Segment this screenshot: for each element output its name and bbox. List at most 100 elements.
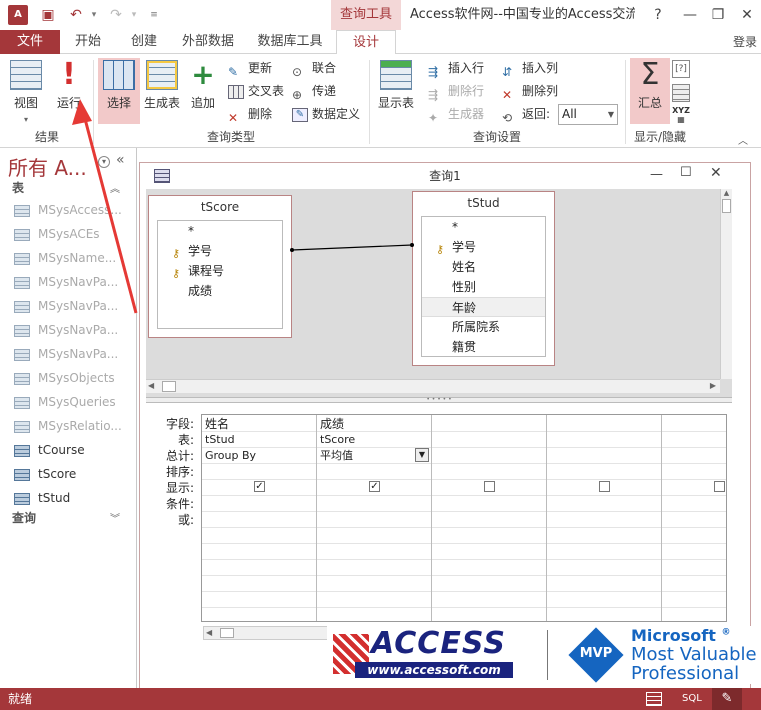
nav-section-queries[interactable]: 查询 xyxy=(12,508,36,528)
grid-row-label: 或: xyxy=(177,513,194,527)
redo-dropdown-icon[interactable]: ▾ xyxy=(124,5,144,25)
undo-icon[interactable]: ↶ xyxy=(66,5,86,25)
help-icon[interactable]: ? xyxy=(644,0,672,30)
passthrough-button[interactable]: ⊕ 传递 xyxy=(292,81,336,102)
redo-icon[interactable]: ↷ xyxy=(106,5,126,25)
grid-cell-table[interactable]: tStud xyxy=(202,432,316,448)
grid-column[interactable]: 成绩 tScore 平均值 ▼ ✓ xyxy=(317,415,432,621)
collapse-ribbon-icon[interactable]: ︿ xyxy=(738,132,748,147)
query-minimize-icon[interactable]: — xyxy=(650,167,663,182)
delete-query-button[interactable]: ✕ 删除 xyxy=(228,104,272,125)
design-view-status-icon[interactable]: ✎ xyxy=(712,688,742,710)
query-close-icon[interactable]: ✕ xyxy=(710,165,722,181)
show-table-button[interactable]: 显示表 xyxy=(374,58,418,124)
grid-column[interactable] xyxy=(432,415,547,621)
nav-item-label: MSysQueries xyxy=(38,395,116,409)
property-sheet-icon[interactable] xyxy=(672,84,690,102)
union-button[interactable]: ⊙ 联合 xyxy=(292,58,336,79)
grid-cell-table[interactable] xyxy=(547,432,661,448)
grid-cell-field[interactable] xyxy=(662,416,726,432)
nav-item-table[interactable]: MSysRelatio... xyxy=(14,414,122,438)
nav-item-table[interactable]: tCourse xyxy=(14,438,85,462)
nav-item-label: tStud xyxy=(38,491,71,505)
customize-qat-icon[interactable]: ≡ xyxy=(144,5,164,25)
nav-section-tables[interactable]: 表 xyxy=(12,178,24,198)
builder-button[interactable]: ✦ 生成器 xyxy=(428,104,484,125)
expand-section-icon[interactable]: ︾ xyxy=(110,510,120,525)
append-button[interactable]: + 追加 xyxy=(186,58,220,124)
tab-file[interactable]: 文件 xyxy=(0,30,60,54)
sigma-icon: Σ xyxy=(640,57,660,92)
delete-rows-button[interactable]: ⇶ 删除行 xyxy=(428,81,484,102)
grid-cell-total[interactable] xyxy=(547,448,661,464)
sql-view-button[interactable]: SQL xyxy=(682,688,702,710)
crosstab-button[interactable]: 交叉表 xyxy=(228,81,284,101)
grid-cell-total[interactable]: 平均值 xyxy=(317,448,431,464)
grid-cell-table[interactable] xyxy=(662,432,726,448)
total-dropdown-icon[interactable]: ▼ xyxy=(415,448,429,462)
select-query-icon xyxy=(103,60,135,90)
grid-cell-total[interactable]: Group By xyxy=(202,448,316,464)
grid-column[interactable] xyxy=(547,415,662,621)
pane-splitter[interactable]: • • • • • xyxy=(146,397,732,403)
grid-cell-total[interactable] xyxy=(432,448,546,464)
grid-cell-table[interactable] xyxy=(432,432,546,448)
view-button[interactable]: 视图 ▾ xyxy=(6,58,46,124)
nav-item-label: MSysNavPa... xyxy=(38,323,119,337)
nav-item-label: tCourse xyxy=(38,443,85,457)
query-maximize-icon[interactable]: ☐ xyxy=(680,165,692,180)
restore-icon[interactable]: ❐ xyxy=(704,0,732,30)
nav-item-label: tScore xyxy=(38,467,77,481)
grid-cell-table[interactable]: tScore xyxy=(317,432,431,448)
vertical-scrollbar[interactable]: ▲ xyxy=(720,189,732,379)
show-checkbox[interactable] xyxy=(714,481,725,492)
parameters-icon[interactable]: [?] xyxy=(672,60,690,78)
grid-row-label: 字段: xyxy=(165,417,194,431)
nav-item-table[interactable]: tScore xyxy=(14,462,76,486)
delete-rows-icon: ⇶ xyxy=(428,87,439,102)
tab-design[interactable]: 设计 xyxy=(336,30,396,55)
insert-columns-button[interactable]: ⇵ 插入列 xyxy=(502,58,558,79)
nav-item-table[interactable]: MSysNavPa... xyxy=(14,342,118,366)
table-names-icon[interactable]: XYZ ▦ xyxy=(672,106,690,124)
save-icon[interactable]: ▣ xyxy=(38,5,58,25)
nav-item-table[interactable]: MSysObjects xyxy=(14,366,115,390)
delete-columns-button[interactable]: ✕ 删除列 xyxy=(502,81,558,102)
grid-cell-total[interactable] xyxy=(662,448,726,464)
grid-cell-field[interactable]: 姓名 xyxy=(202,416,316,432)
grid-cell-field[interactable] xyxy=(432,416,546,432)
window-title: Access软件网--中国专业的Access交流... xyxy=(410,7,635,22)
nav-item-table[interactable]: MSysQueries xyxy=(14,390,116,414)
undo-dropdown-icon[interactable]: ▾ xyxy=(84,5,104,25)
show-checkbox[interactable] xyxy=(484,481,495,492)
grid-column[interactable] xyxy=(662,415,726,621)
horizontal-scrollbar[interactable]: ◀ ▶ xyxy=(146,379,720,393)
grid-cell-field[interactable]: 成绩 xyxy=(317,416,431,432)
datasheet-view-status-icon[interactable] xyxy=(646,692,662,706)
crosstab-icon xyxy=(228,84,244,99)
show-checkbox[interactable]: ✓ xyxy=(254,481,265,492)
context-tab-query-tools: 查询工具 xyxy=(331,0,401,30)
insert-rows-button[interactable]: ⇶ 插入行 xyxy=(428,58,484,79)
grid-column[interactable]: 姓名 tStud Group By ✓ xyxy=(202,415,317,621)
show-checkbox[interactable] xyxy=(599,481,610,492)
close-icon[interactable]: ✕ xyxy=(733,0,761,30)
grid-cell-field[interactable] xyxy=(547,416,661,432)
tab-database-tools[interactable]: 数据库工具 xyxy=(252,30,328,54)
tab-create[interactable]: 创建 xyxy=(122,30,166,54)
group-label-show-hide: 显示/隐藏 xyxy=(633,130,687,144)
tab-external-data[interactable]: 外部数据 xyxy=(176,30,240,54)
access-app-icon[interactable]: A xyxy=(8,5,28,25)
totals-button[interactable]: Σ 汇总 xyxy=(630,58,670,124)
annotation-arrow xyxy=(72,99,138,314)
data-definition-button[interactable]: ✎ 数据定义 xyxy=(292,104,360,124)
grid-row-label: 总计: xyxy=(165,449,194,463)
login-link[interactable]: 登录 xyxy=(733,30,757,54)
nav-item-table[interactable]: tStud xyxy=(14,486,70,510)
return-select[interactable]: All ▼ xyxy=(558,104,618,125)
show-checkbox[interactable]: ✓ xyxy=(369,481,380,492)
minimize-icon[interactable]: — xyxy=(676,0,704,30)
update-button[interactable]: ✎ 更新 xyxy=(228,58,272,79)
join-line[interactable] xyxy=(146,189,732,397)
tab-home[interactable]: 开始 xyxy=(66,30,110,54)
